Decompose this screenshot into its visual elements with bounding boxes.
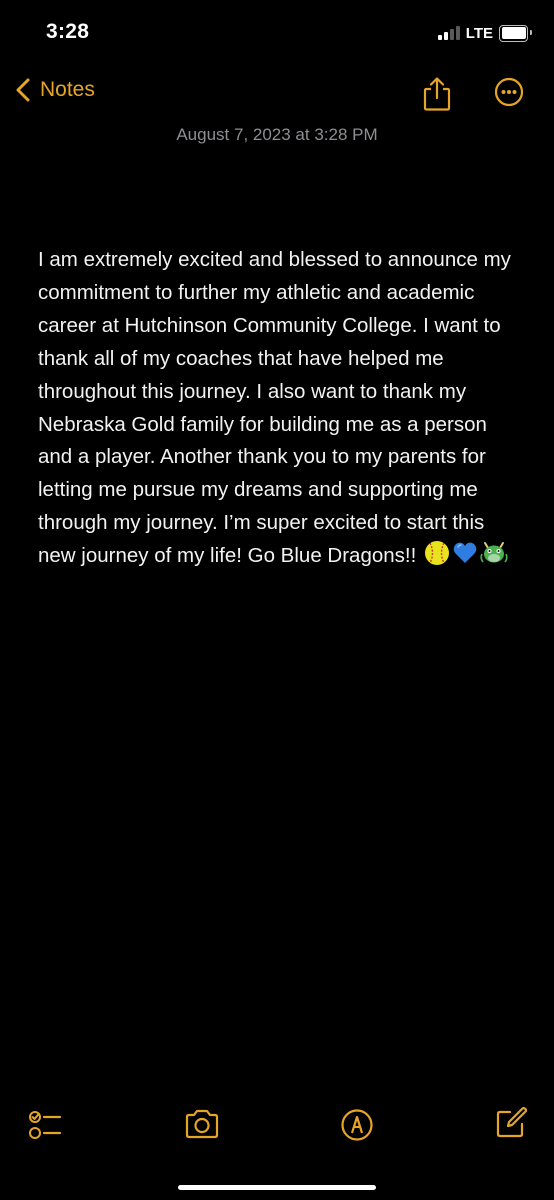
markup-button[interactable]	[340, 1108, 374, 1147]
camera-icon	[184, 1109, 220, 1144]
note-body-text: I am extremely excited and blessed to an…	[38, 248, 511, 568]
checklist-icon	[28, 1111, 62, 1146]
checklist-button[interactable]	[28, 1108, 62, 1147]
share-icon	[422, 77, 452, 116]
ellipsis-circle-icon	[494, 77, 524, 111]
home-indicator[interactable]	[178, 1185, 376, 1190]
back-button-label: Notes	[40, 78, 95, 101]
dragon-face-emoji	[480, 540, 508, 577]
softball-emoji	[424, 540, 450, 577]
bottom-toolbar	[0, 1100, 554, 1150]
signal-strength-icon	[437, 26, 460, 40]
more-options-button[interactable]	[494, 77, 524, 107]
markup-pen-icon	[340, 1109, 374, 1146]
chevron-left-icon	[16, 78, 30, 102]
compose-button[interactable]	[494, 1106, 528, 1145]
note-body[interactable]: I am extremely excited and blessed to an…	[38, 244, 524, 577]
back-button[interactable]: Notes	[16, 78, 95, 102]
status-bar: 3:28 LTE	[0, 0, 554, 70]
battery-icon	[499, 24, 532, 42]
navigation-bar: Notes	[0, 70, 554, 120]
camera-button[interactable]	[184, 1108, 220, 1145]
blue-heart-emoji	[452, 540, 478, 577]
note-date: August 7, 2023 at 3:28 PM	[176, 125, 378, 144]
status-indicators: LTE	[437, 22, 532, 44]
share-button[interactable]	[422, 76, 452, 112]
status-time: 3:28	[46, 20, 90, 43]
compose-icon	[494, 1107, 528, 1144]
network-type: LTE	[465, 24, 493, 42]
